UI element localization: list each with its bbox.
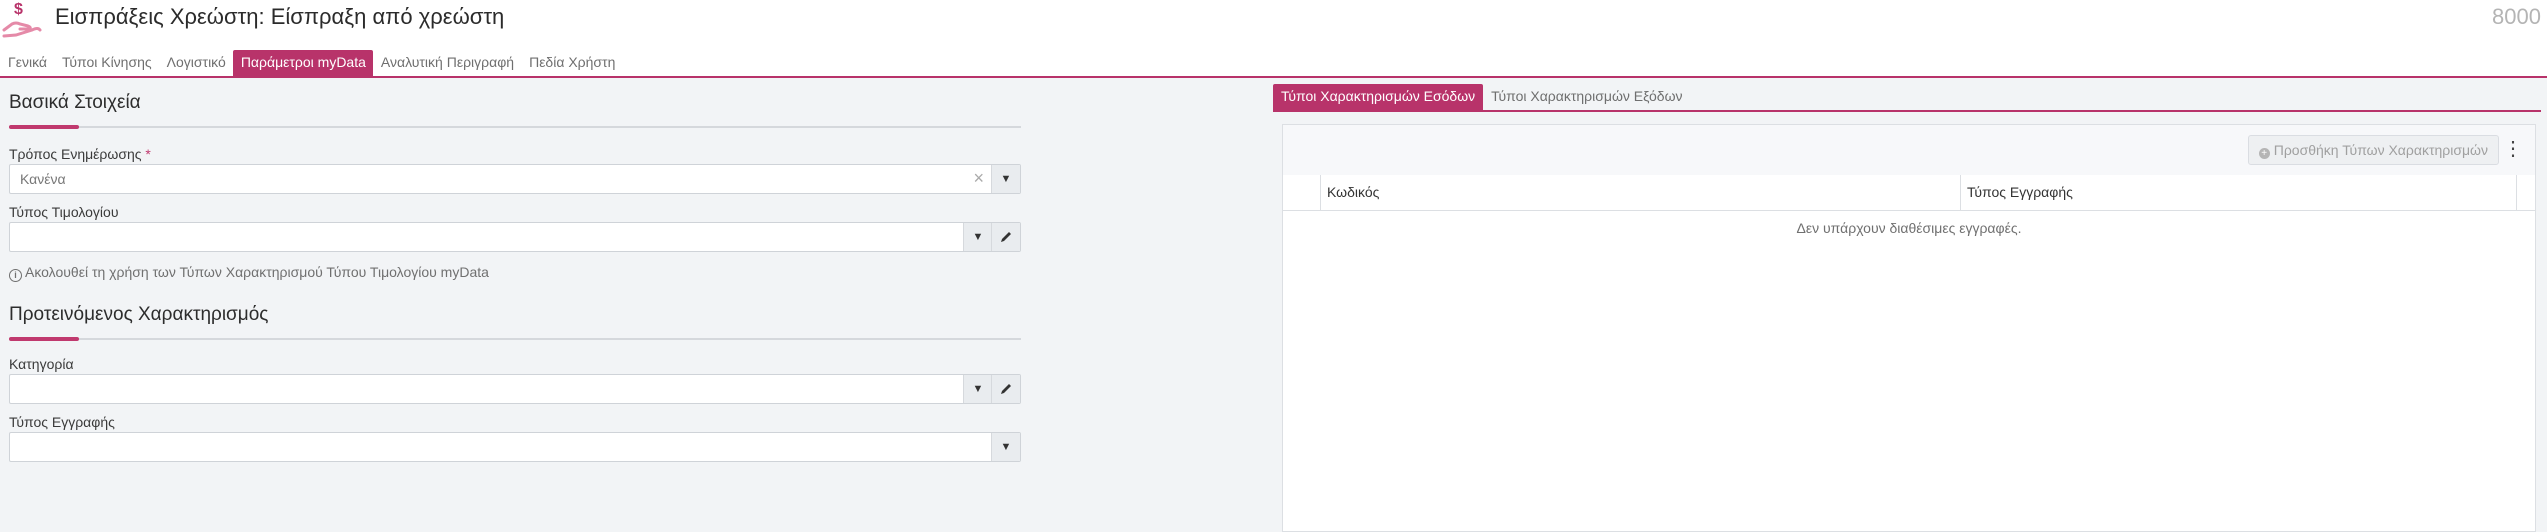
main-tabs: Γενικά Τύποι Κίνησης Λογιστικό Παράμετρο… — [0, 50, 622, 76]
page-title: Εισπράξεις Χρεώστη: Είσπραξη από χρεώστη — [55, 4, 505, 29]
tab-movement-types[interactable]: Τύποι Κίνησης — [54, 50, 159, 76]
tab-income-classification[interactable]: Τύποι Χαρακτηρισμών Εσόδων — [1273, 84, 1484, 112]
classification-tabs: Τύποι Χαρακτηρισμών Εσόδων Τύποι Χαρακτη… — [1273, 84, 1691, 112]
section-title-basic: Βασικά Στοιχεία — [9, 92, 141, 113]
clear-icon[interactable]: × — [973, 168, 984, 189]
update-mode-label: Τρόπος Ενημέρωσης * — [9, 146, 151, 162]
tab-detailed-description[interactable]: Αναλυτική Περιγραφή — [373, 50, 521, 76]
column-header-code[interactable]: Κωδικός — [1321, 175, 1961, 210]
mydata-hint: i Ακολουθεί τη χρήση των Τύπων Χαρακτηρισ… — [9, 264, 489, 282]
tab-expense-classification[interactable]: Τύποι Χαρακτηρισμών Εξόδων — [1483, 84, 1690, 112]
category-label: Κατηγορία — [9, 356, 74, 372]
edit-icon[interactable] — [991, 375, 1020, 403]
chevron-down-icon[interactable]: ▼ — [963, 375, 992, 403]
required-mark: * — [145, 146, 151, 162]
plus-circle-icon: + — [2258, 148, 2270, 159]
invoice-type-select[interactable]: ▼ — [9, 222, 1021, 252]
edit-icon[interactable] — [991, 223, 1020, 251]
more-options-icon[interactable]: ⋮ — [2503, 135, 2523, 163]
category-select[interactable]: ▼ — [9, 374, 1021, 404]
invoice-type-label: Τύπος Τιμολογίου — [9, 204, 119, 220]
section-title-proposed: Προτεινόμενος Χαρακτηρισμός — [9, 304, 269, 325]
record-type-label: Τύπος Εγγραφής — [9, 414, 115, 430]
update-mode-value: Κανένα — [20, 171, 66, 187]
select-column-header[interactable] — [1283, 175, 1321, 210]
empty-message: Δεν υπάρχουν διαθέσιμες εγγραφές. — [1796, 220, 2022, 236]
column-header-record-type[interactable]: Τύπος Εγγραφής — [1961, 175, 2517, 210]
chevron-down-icon[interactable]: ▼ — [963, 223, 992, 251]
section-accent — [9, 337, 79, 341]
grid-toolbar: + Προσθήκη Τύπων Χαρακτηρισμών ⋮ — [1283, 125, 2535, 176]
svg-text:$: $ — [14, 1, 23, 18]
page-header: $ Εισπράξεις Χρεώστη: Είσπραξη από χρεώσ… — [0, 0, 2547, 44]
section-divider — [9, 338, 1021, 340]
record-type-select[interactable]: ▼ — [9, 432, 1021, 462]
section-accent — [9, 125, 79, 129]
tab-accounting[interactable]: Λογιστικό — [159, 50, 233, 76]
classification-grid: + Προσθήκη Τύπων Χαρακτηρισμών ⋮ Κωδικός … — [1282, 124, 2536, 532]
classification-tab-underline — [1273, 110, 2541, 112]
info-icon: i — [9, 269, 22, 282]
section-divider — [9, 126, 1021, 128]
update-mode-select[interactable]: Κανένα × ▼ — [9, 164, 1021, 194]
add-classification-button[interactable]: + Προσθήκη Τύπων Χαρακτηρισμών — [2247, 135, 2499, 165]
chevron-down-icon[interactable]: ▼ — [991, 165, 1020, 193]
money-hand-icon: $ — [2, 1, 42, 38]
grid-header: Κωδικός Τύπος Εγγραφής — [1283, 175, 2535, 211]
record-number: 8000 — [2492, 4, 2541, 29]
tab-mydata-parameters[interactable]: Παράμετροι myData — [232, 50, 373, 76]
tab-general[interactable]: Γενικά — [0, 50, 54, 76]
tab-user-fields[interactable]: Πεδία Χρήστη — [521, 50, 622, 76]
chevron-down-icon[interactable]: ▼ — [991, 433, 1020, 461]
